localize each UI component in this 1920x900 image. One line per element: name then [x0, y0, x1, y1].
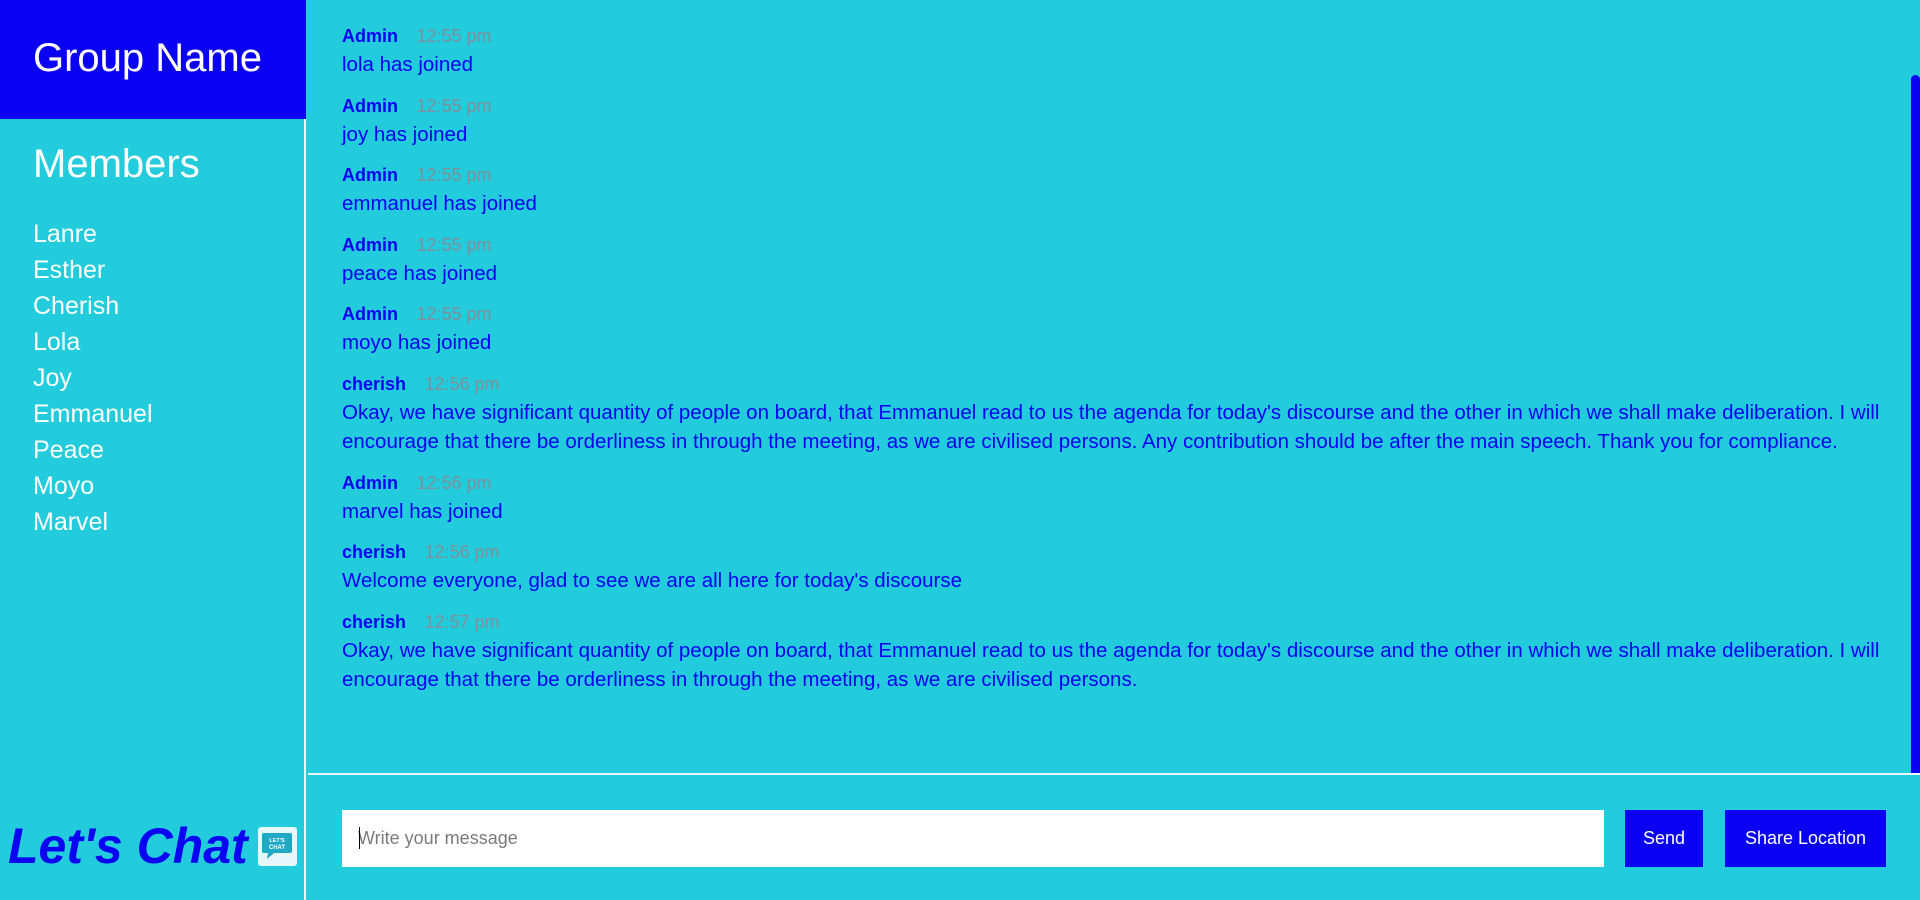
message-time: 12:56 pm [416, 472, 492, 493]
message-text: emmanuel has joined [342, 192, 537, 215]
message-author: Admin [342, 234, 398, 255]
brand-name: Let's Chat [8, 818, 248, 874]
text-caret [359, 827, 360, 849]
member-item: Lanre [33, 220, 97, 248]
message-item: Admin 12:55 pm lola has joined [342, 24, 1882, 80]
message-input[interactable] [342, 810, 1604, 867]
brand: Let's Chat LET'S CHAT [8, 818, 297, 874]
group-name: Group Name [33, 36, 262, 80]
message-meta: Admin 12:55 pm [342, 233, 1882, 257]
member-item: Peace [33, 436, 104, 464]
send-button[interactable]: Send [1625, 810, 1703, 867]
message-text: marvel has joined [342, 499, 503, 523]
message-text: Okay, we have significant quantity of pe… [342, 638, 1880, 692]
message-time: 12:55 pm [416, 95, 492, 116]
message-panel[interactable]: Admin 12:55 pm lola has joined Admin 12:… [308, 0, 1920, 775]
message-meta: cherish 12:56 pm [342, 540, 1882, 564]
message-list: Admin 12:55 pm lola has joined Admin 12:… [342, 24, 1882, 709]
message-time: 12:56 pm [424, 373, 500, 394]
member-item: Marvel [33, 508, 109, 536]
sidebar: Group Name Members Lanre Esther Cherish … [0, 0, 306, 900]
members-list: Lanre Esther Cherish Lola Joy Emmanuel P… [33, 216, 153, 540]
message-item: Admin 12:55 pm peace has joined [342, 233, 1882, 289]
chat-bubble-logo-icon: LET'S CHAT [257, 826, 297, 866]
message-text: peace has joined [342, 261, 498, 285]
message-item: Admin 12:55 pm joy has joined [342, 94, 1882, 150]
svg-text:LET'S: LET'S [270, 838, 286, 844]
message-item: cherish 12:56 pm Okay, we have significa… [342, 372, 1882, 457]
message-time: 12:55 pm [416, 26, 492, 46]
share-location-button[interactable]: Share Location [1725, 810, 1886, 867]
composer: Send Share Location [308, 775, 1920, 900]
message-text: Okay, we have significant quantity of pe… [342, 400, 1880, 454]
message-meta: Admin 12:55 pm [342, 24, 1882, 48]
message-meta: Admin 12:55 pm [342, 302, 1882, 326]
message-item: cherish 12:57 pm Okay, we have significa… [342, 610, 1882, 695]
member-item: Lola [33, 328, 81, 356]
message-text: joy has joined [342, 122, 468, 146]
member-item: Emmanuel [33, 400, 153, 428]
message-author: Admin [342, 95, 398, 116]
message-author: Admin [342, 304, 398, 324]
member-item: Joy [33, 364, 72, 392]
message-time: 12:56 pm [424, 542, 500, 562]
message-scrollbar[interactable] [1911, 75, 1920, 773]
message-author: Admin [342, 26, 398, 46]
message-meta: Admin 12:55 pm [342, 94, 1882, 118]
group-header: Group Name [0, 0, 306, 119]
message-author: cherish [342, 611, 407, 632]
member-item: Moyo [33, 472, 95, 500]
message-item: Admin 12:56 pm marvel has joined [342, 471, 1882, 527]
member-item: Cherish [33, 292, 120, 320]
message-meta: cherish 12:57 pm [342, 610, 1882, 634]
message-meta: Admin 12:55 pm [342, 163, 1882, 187]
message-time: 12:57 pm [424, 611, 500, 632]
message-time: 12:55 pm [416, 234, 492, 255]
message-text: Welcome everyone, glad to see we are all… [342, 569, 962, 592]
message-time: 12:55 pm [416, 304, 492, 324]
message-text: lola has joined [342, 53, 474, 76]
message-author: Admin [342, 472, 398, 493]
message-meta: Admin 12:56 pm [342, 471, 1882, 495]
svg-text:CHAT: CHAT [269, 845, 286, 851]
message-author: cherish [342, 542, 407, 562]
chat-app: Group Name Members Lanre Esther Cherish … [0, 0, 1920, 900]
message-text: moyo has joined [342, 331, 492, 354]
message-author: cherish [342, 373, 407, 394]
message-item: Admin 12:55 pm moyo has joined [342, 302, 1882, 358]
message-author: Admin [342, 165, 398, 185]
message-item: Admin 12:55 pm emmanuel has joined [342, 163, 1882, 219]
message-time: 12:55 pm [416, 165, 492, 185]
message-meta: cherish 12:56 pm [342, 372, 1882, 396]
member-item: Esther [33, 256, 106, 284]
members-title: Members [33, 142, 200, 186]
message-item: cherish 12:56 pm Welcome everyone, glad … [342, 540, 1882, 596]
chat-main: Admin 12:55 pm lola has joined Admin 12:… [308, 0, 1920, 900]
